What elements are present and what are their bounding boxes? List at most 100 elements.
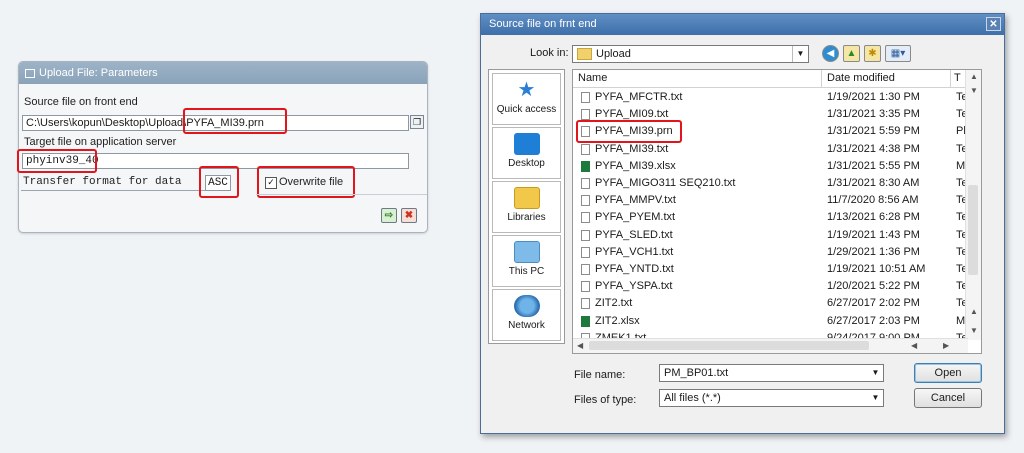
file-row[interactable]: PYFA_YNTD.txt 1/19/2021 10:51 AM Te xyxy=(573,261,968,278)
excel-file-icon xyxy=(581,315,590,327)
back-arrow-icon: ◀ xyxy=(826,48,835,59)
file-type-dropdown[interactable]: All files (*.*) ▼ xyxy=(659,389,884,407)
excel-file-icon xyxy=(581,160,590,172)
target-file-label: Target file on application server xyxy=(24,136,177,148)
file-name: PYFA_MFCTR.txt xyxy=(595,91,683,103)
text-file-icon xyxy=(581,178,590,189)
file-name: PYFA_VCH1.txt xyxy=(595,245,674,258)
file-name: PYFA_MIGO311 SEQ210.txt xyxy=(595,177,736,189)
file-row[interactable]: PYFA_VCH1.txt 1/29/2021 1:36 PM Te xyxy=(573,244,968,261)
file-date: 1/31/2021 3:35 PM xyxy=(827,108,920,121)
horizontal-scrollbar[interactable]: ◀ ◀ ▶ xyxy=(573,338,968,353)
look-in-dropdown[interactable]: Upload ▼ xyxy=(572,45,809,63)
star-icon: ★ xyxy=(517,79,536,101)
file-date: 11/7/2020 8:56 AM xyxy=(827,194,919,207)
highlight-source-file xyxy=(183,108,287,134)
network-globe-icon xyxy=(513,295,540,317)
place-label: This PC xyxy=(508,266,545,277)
window-icon xyxy=(25,68,35,78)
vertical-scrollbar[interactable]: ▲ ▼ ▲ ▼ xyxy=(965,70,981,340)
scroll-left-icon: ◀ xyxy=(911,341,918,350)
file-row[interactable]: PYFA_MFCTR.txt 1/19/2021 1:30 PM Te xyxy=(573,89,968,106)
highlight-target-file xyxy=(17,149,97,173)
file-row[interactable]: PYFA_MI39.txt 1/31/2021 4:38 PM Te xyxy=(573,141,968,158)
highlight-selected-file xyxy=(576,120,682,143)
text-file-icon xyxy=(581,195,590,207)
file-type: M xyxy=(956,314,966,327)
cancel-button[interactable]: Cancel xyxy=(914,388,982,408)
file-row[interactable]: ZIT2.xlsx 6/27/2017 2:03 PM M xyxy=(573,313,968,330)
place-label: Desktop xyxy=(508,158,545,169)
cancel-button[interactable]: ✖ xyxy=(401,208,417,223)
file-type-value: All files (*.*) xyxy=(664,392,721,404)
open-button[interactable]: Open xyxy=(914,363,982,383)
view-menu-icon: ▦▾ xyxy=(890,48,906,59)
up-folder-button[interactable]: ▲ xyxy=(843,45,860,62)
new-folder-button[interactable]: ✱ xyxy=(864,45,881,62)
scroll-thumb[interactable] xyxy=(968,185,978,275)
place-network[interactable]: Network xyxy=(492,289,561,341)
text-file-icon xyxy=(581,92,590,103)
file-row[interactable]: PYFA_SLED.txt 1/19/2021 1:43 PM Te xyxy=(573,227,968,244)
computer-icon xyxy=(513,241,540,263)
place-label: Libraries xyxy=(507,212,546,223)
source-file-label: Source file on front end xyxy=(24,96,138,108)
file-row[interactable]: PYFA_MIGO311 SEQ210.txt 1/31/2021 8:30 AM… xyxy=(573,175,968,192)
back-button[interactable]: ◀ xyxy=(822,45,839,62)
file-row[interactable]: ZIT2.txt 6/27/2017 2:02 PM Te xyxy=(573,295,968,312)
file-name: PYFA_SLED.txt xyxy=(595,228,673,241)
column-header-date[interactable]: Date modified xyxy=(822,70,951,88)
text-file-icon xyxy=(581,109,590,121)
file-name: PYFA_MI39.txt xyxy=(595,142,669,155)
place-label: Network xyxy=(508,320,545,331)
close-icon: ✕ xyxy=(989,19,998,30)
file-row[interactable]: PYFA_MMPV.txt 11/7/2020 8:56 AM Te xyxy=(573,192,968,209)
scroll-right-icon: ▶ xyxy=(943,341,950,350)
place-this-pc[interactable]: This PC xyxy=(492,235,561,287)
source-path-text: C:\Users\kopun\Desktop\Upload\ xyxy=(26,117,187,129)
file-type-label: Files of type: xyxy=(574,394,637,406)
chevron-down-icon: ▼ xyxy=(871,393,880,402)
file-row[interactable]: PYFA_PYEM.txt 1/13/2021 6:28 PM Te xyxy=(573,209,968,226)
cancel-icon: ✖ xyxy=(404,210,414,221)
file-row[interactable]: PYFA_MI39.xlsx 1/31/2021 5:55 PM M xyxy=(573,158,968,175)
text-file-icon xyxy=(581,229,590,241)
column-header-name[interactable]: Name xyxy=(573,70,822,88)
file-date: 6/27/2017 2:02 PM xyxy=(827,297,920,310)
file-name: PYFA_MI39.xlsx xyxy=(595,159,676,172)
file-name-label: File name: xyxy=(574,369,626,381)
text-file-icon xyxy=(581,212,590,224)
dialog-title-bar: Upload File: Parameters xyxy=(19,62,427,84)
file-name: ZIT2.txt xyxy=(595,297,633,310)
scroll-down-icon: ▼ xyxy=(970,86,978,95)
file-date: 1/31/2021 5:59 PM xyxy=(827,125,920,138)
place-libraries[interactable]: Libraries xyxy=(492,181,561,233)
file-date: 1/31/2021 8:30 AM xyxy=(827,177,920,189)
file-open-dialog: Source file on frnt end ✕ Look in: Uploa… xyxy=(480,13,1005,434)
execute-button[interactable]: ⇨ xyxy=(381,208,397,223)
file-name: PYFA_PYEM.txt xyxy=(595,211,676,224)
file-name-input[interactable]: PM_BP01.txt ▼ xyxy=(659,364,884,382)
places-bar: ★ Quick access Desktop Libraries This PC… xyxy=(488,69,565,344)
execute-icon: ⇨ xyxy=(384,210,394,221)
text-file-icon xyxy=(581,281,590,293)
scroll-thumb[interactable] xyxy=(589,341,869,350)
file-row[interactable]: PYFA_YSPA.txt 1/20/2021 5:22 PM Te xyxy=(573,278,968,295)
scroll-up-icon: ▲ xyxy=(970,72,978,81)
chevron-down-icon: ▼ xyxy=(792,46,808,62)
view-menu-button[interactable]: ▦▾ xyxy=(885,45,911,62)
file-date: 1/20/2021 5:22 PM xyxy=(827,280,920,293)
up-folder-icon: ▲ xyxy=(846,48,857,59)
dialog-title-bar: Source file on frnt end ✕ xyxy=(481,14,1004,35)
place-desktop[interactable]: Desktop xyxy=(492,127,561,179)
place-quick-access[interactable]: ★ Quick access xyxy=(492,73,561,125)
text-file-icon xyxy=(581,246,590,258)
scroll-up-icon: ▲ xyxy=(970,307,978,316)
desktop-icon xyxy=(513,133,540,155)
browse-button[interactable]: ❐ xyxy=(410,115,424,129)
text-file-icon xyxy=(581,143,590,155)
file-type: M xyxy=(956,159,966,172)
file-list: Name Date modified T PYFA_MFCTR.txt 1/19/… xyxy=(572,69,982,354)
close-button[interactable]: ✕ xyxy=(986,17,1001,31)
file-date: 1/31/2021 4:38 PM xyxy=(827,142,920,155)
